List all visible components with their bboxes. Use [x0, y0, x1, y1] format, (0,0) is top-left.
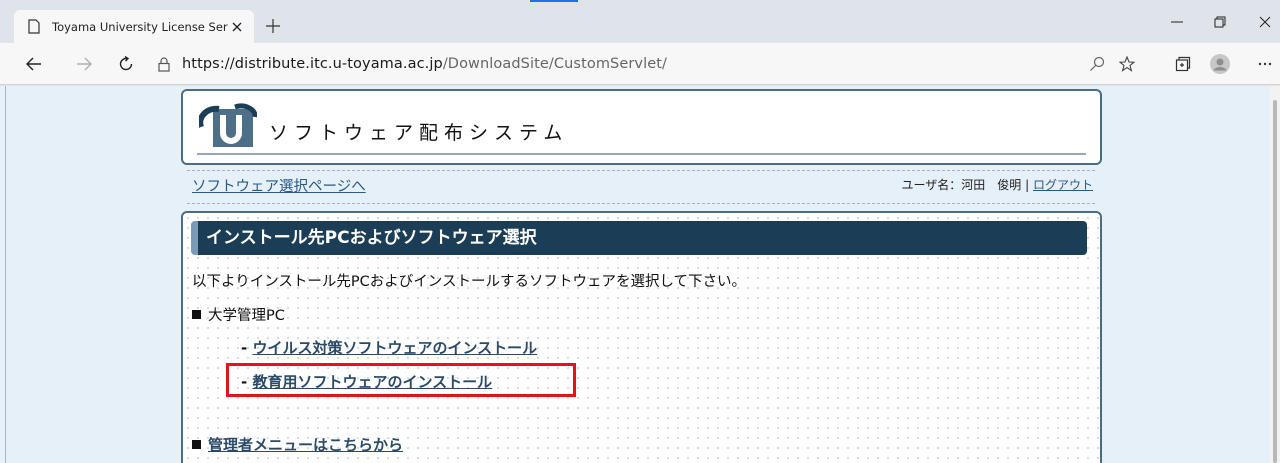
highlight-box [226, 363, 576, 397]
scrollbar-thumb[interactable] [1273, 100, 1277, 463]
new-tab-icon[interactable] [262, 15, 284, 37]
user-name: ユーザ名：河田 俊明 [901, 178, 1022, 192]
group-university-pc: 大学管理PC [192, 304, 285, 325]
browser-titlebar: Toyama University License Server [0, 0, 1280, 43]
search-zoom-icon[interactable] [1085, 52, 1109, 76]
close-window-icon[interactable] [1250, 10, 1280, 34]
admin-menu-item: 管理者メニューはこちらから [192, 434, 403, 455]
top-accent-bar [530, 0, 578, 2]
bullet-square [192, 440, 201, 449]
url-text: https://distribute.itc.u-toyama.ac.jp/Do… [182, 56, 667, 72]
university-logo [197, 103, 258, 149]
address-bar[interactable]: https://distribute.itc.u-toyama.ac.jp/Do… [158, 51, 1108, 77]
antivirus-install-link[interactable]: ウイルス対策ソフトウェアのインストール [252, 339, 537, 357]
bullet-square [192, 310, 201, 319]
logout-link[interactable]: ログアウト [1033, 178, 1093, 192]
back-arrow-icon[interactable] [22, 52, 46, 76]
intro-text: 以下よりインストール先PCおよびインストールするソフトウェアを選択して下さい。 [192, 274, 747, 290]
site-title: ソフトウェア配布システム [269, 122, 569, 144]
antivirus-item: - ウイルス対策ソフトウェアのインストール [241, 337, 537, 358]
profile-avatar-icon[interactable] [1208, 52, 1232, 76]
admin-menu-link[interactable]: 管理者メニューはこちらから [208, 436, 403, 454]
restore-icon[interactable] [1205, 10, 1235, 34]
tab-title: Toyama University License Server [52, 19, 228, 34]
close-tab-icon[interactable] [228, 18, 246, 36]
user-info: ユーザ名：河田 俊明 | ログアウト [902, 176, 1093, 193]
minimize-icon[interactable] [1162, 10, 1192, 34]
section-title: インストール先PCおよびソフトウェア選択 [191, 221, 1087, 255]
browser-tab[interactable]: Toyama University License Server [14, 10, 254, 43]
header-divider [197, 153, 1086, 155]
more-menu-icon[interactable] [1253, 52, 1277, 76]
site-header: ソフトウェア配布システム [181, 89, 1102, 165]
collections-icon[interactable] [1171, 52, 1195, 76]
favorite-star-icon[interactable] [1115, 52, 1139, 76]
content-panel: インストール先PCおよびソフトウェア選択 以下よりインストール先PCおよびインス… [181, 211, 1102, 463]
lock-icon [158, 56, 170, 72]
url-path: /DownloadSite/CustomServlet/ [442, 56, 668, 72]
url-host: https://distribute.itc.u-toyama.ac.jp [182, 56, 443, 72]
software-select-link[interactable]: ソフトウェア選択ページへ [192, 175, 366, 196]
page-left-edge [0, 86, 6, 463]
refresh-icon[interactable] [114, 52, 138, 76]
separator: | [1025, 178, 1030, 192]
browser-toolbar: https://distribute.itc.u-toyama.ac.jp/Do… [0, 43, 1280, 85]
navigation-row: ソフトウェア選択ページへ ユーザ名：河田 俊明 | ログアウト [187, 170, 1095, 204]
forward-arrow-icon[interactable] [72, 52, 96, 76]
page-icon [26, 19, 42, 35]
group-label: 大学管理PC [208, 308, 285, 324]
link-prefix: - [241, 339, 253, 357]
